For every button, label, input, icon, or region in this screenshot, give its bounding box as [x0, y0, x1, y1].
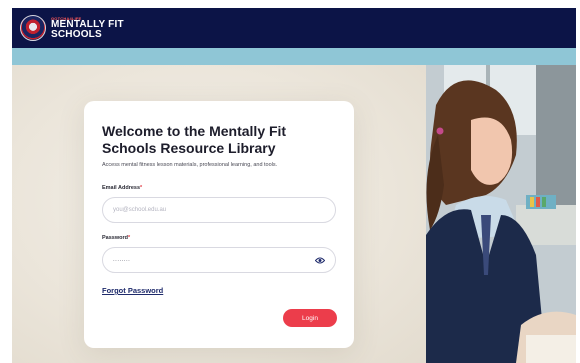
email-placeholder: you@school.edu.au — [113, 207, 167, 213]
logo-title-line2: SCHOOLS — [51, 28, 102, 40]
page-subtitle: Access mental fitness lesson materials, … — [102, 162, 278, 168]
email-label-text: Email Address — [102, 185, 141, 191]
forgot-password-link[interactable]: Forgot Password — [102, 286, 163, 295]
app-window: GOTCHA4LIFE MENTALLY FIT SCHOOLS Welcome… — [12, 8, 576, 363]
required-marker: * — [127, 235, 131, 241]
school-crest-icon[interactable] — [20, 15, 46, 41]
site-logo[interactable]: GOTCHA4LIFE MENTALLY FIT SCHOOLS — [51, 16, 124, 40]
required-marker: * — [140, 185, 143, 191]
login-button[interactable]: Login — [283, 309, 337, 327]
site-header: GOTCHA4LIFE MENTALLY FIT SCHOOLS — [12, 8, 576, 48]
email-field[interactable]: you@school.edu.au — [102, 197, 336, 223]
password-label: Password* — [102, 235, 336, 241]
email-label: Email Address* — [102, 185, 336, 191]
login-card: Welcome to the Mentally Fit Schools Reso… — [84, 101, 354, 348]
classroom-photo-illustration — [426, 65, 576, 363]
accent-bar — [12, 48, 576, 65]
password-field[interactable]: ........ — [102, 247, 336, 273]
hero-photo — [426, 65, 576, 363]
eye-icon[interactable] — [314, 256, 325, 264]
password-label-text: Password — [102, 235, 128, 241]
password-value: ........ — [113, 257, 131, 263]
page-title: Welcome to the Mentally Fit Schools Reso… — [102, 123, 287, 156]
